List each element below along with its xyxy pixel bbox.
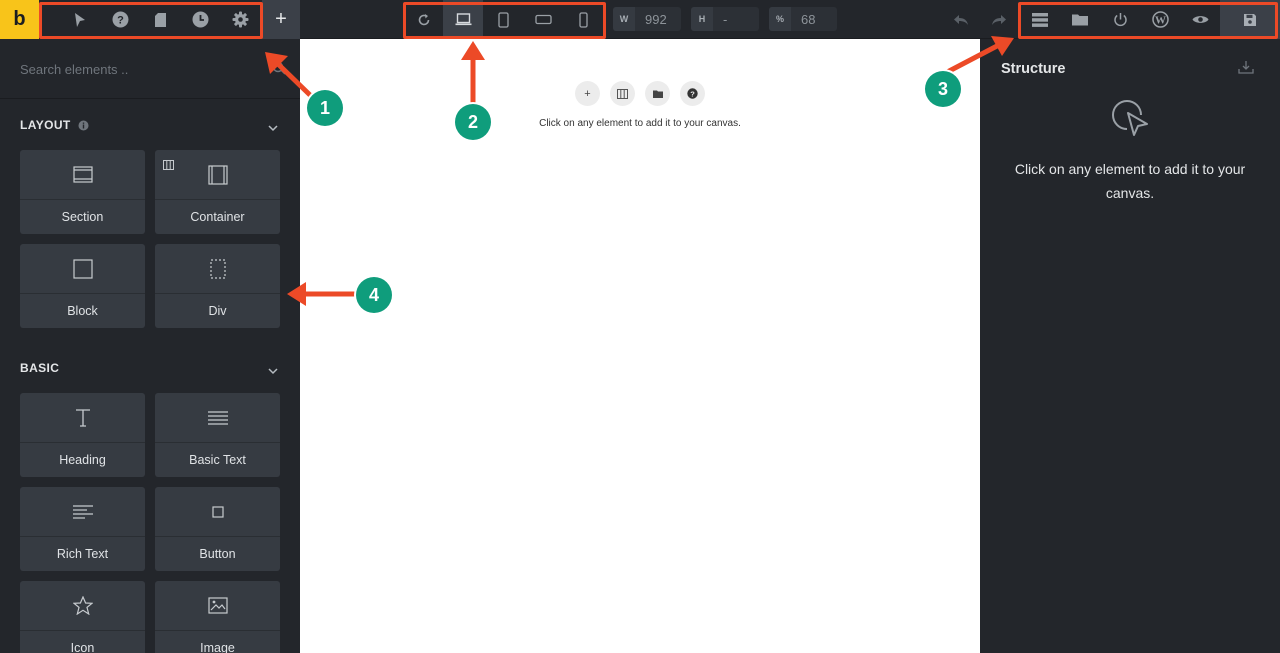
search-input[interactable]: Search elements .. <box>20 62 128 77</box>
help-icon: ? <box>687 88 698 99</box>
settings-icon[interactable] <box>220 0 260 39</box>
panel-hint: Click on any element to add it to your c… <box>1014 161 1246 201</box>
folder-icon[interactable] <box>1060 0 1100 39</box>
help-glyph: ? <box>690 89 695 98</box>
element-label: Rich Text <box>56 547 109 561</box>
add-element-button[interactable]: + <box>575 81 600 106</box>
top-toolbar: b ? + W 992 H - % 68 W <box>0 0 1280 39</box>
templates-button[interactable] <box>645 81 670 106</box>
annotation-badge-2: 2 <box>455 104 491 140</box>
preview-icon[interactable] <box>1180 0 1220 39</box>
element-heading[interactable]: Heading <box>20 393 145 477</box>
element-label: Image <box>200 641 235 653</box>
element-label: Block <box>67 304 98 318</box>
columns-icon <box>617 88 628 99</box>
element-label: Button <box>199 547 236 561</box>
folder-icon <box>652 90 663 98</box>
category-basic-heading[interactable]: BASIC <box>20 360 59 376</box>
elements-panel: Search elements .. LAYOUT Section Contai… <box>0 39 300 653</box>
container-icon <box>155 150 280 200</box>
category-layout-heading[interactable]: LAYOUT <box>20 117 89 133</box>
undo-icon[interactable] <box>945 0 977 39</box>
section-icon <box>20 150 145 200</box>
zoom-value: 68 <box>801 11 816 27</box>
element-label: Div <box>208 304 227 318</box>
tablet-portrait-icon[interactable] <box>483 0 523 39</box>
columns-button[interactable] <box>610 81 635 106</box>
svg-text:?: ? <box>117 15 124 27</box>
chevron-down-icon[interactable] <box>268 362 278 380</box>
star-icon <box>20 581 145 631</box>
element-div[interactable]: Div <box>155 244 280 328</box>
laptop-icon[interactable] <box>443 0 483 39</box>
phone-icon[interactable] <box>563 0 603 39</box>
height-value: - <box>723 11 728 27</box>
element-basic-text[interactable]: Basic Text <box>155 393 280 477</box>
help-icon[interactable]: ? <box>100 0 140 39</box>
history-icon[interactable] <box>180 0 220 39</box>
rich-text-icon <box>20 487 145 537</box>
add-elements-button[interactable]: + <box>262 0 300 39</box>
info-icon <box>78 120 89 130</box>
element-icon[interactable]: Icon <box>20 581 145 653</box>
height-label: H <box>691 7 713 31</box>
width-value: 992 <box>645 11 667 27</box>
logo[interactable]: b <box>0 0 39 39</box>
chevron-down-icon[interactable] <box>268 119 278 137</box>
canvas-hint: Click on any element to add it to your c… <box>539 118 741 129</box>
refresh-icon[interactable] <box>405 0 443 39</box>
width-field[interactable]: W 992 <box>613 7 681 31</box>
click-cursor-icon <box>1111 97 1151 144</box>
search-bar[interactable]: Search elements .. <box>0 39 300 99</box>
element-button[interactable]: Button <box>155 487 280 571</box>
element-image[interactable]: Image <box>155 581 280 653</box>
pages-icon[interactable] <box>140 0 180 39</box>
help-button[interactable]: ? <box>680 81 705 106</box>
annotation-badge-1: 1 <box>307 90 343 126</box>
button-icon <box>155 487 280 537</box>
height-field[interactable]: H - <box>691 7 759 31</box>
wordpress-icon[interactable]: W <box>1140 0 1180 39</box>
annotation-badge-3: 3 <box>925 71 961 107</box>
image-icon <box>155 581 280 631</box>
category-title: BASIC <box>20 361 60 375</box>
page-canvas[interactable]: + ? Click on any element to add it to yo… <box>300 39 980 653</box>
element-label: Basic Text <box>189 453 246 467</box>
element-label: Heading <box>59 453 106 467</box>
element-container[interactable]: Container <box>155 150 280 234</box>
save-button[interactable] <box>1220 0 1280 39</box>
element-block[interactable]: Block <box>20 244 145 328</box>
select-icon[interactable] <box>60 0 100 39</box>
save-icon <box>1244 13 1256 26</box>
zoom-field[interactable]: % 68 <box>769 7 837 31</box>
structure-icon[interactable] <box>1020 0 1060 39</box>
power-icon[interactable] <box>1100 0 1140 39</box>
download-icon[interactable] <box>1238 60 1254 79</box>
structure-panel: Structure Click on any element to add it… <box>980 39 1280 653</box>
div-icon <box>155 244 280 294</box>
basic-text-icon <box>155 393 280 443</box>
tablet-landscape-icon[interactable] <box>523 0 563 39</box>
panel-title: Structure <box>1001 61 1066 77</box>
element-section[interactable]: Section <box>20 150 145 234</box>
svg-text:W: W <box>1155 14 1166 26</box>
zoom-label: % <box>769 7 791 31</box>
element-label: Icon <box>70 641 95 653</box>
redo-icon[interactable] <box>983 0 1015 39</box>
element-label: Section <box>61 210 104 224</box>
builder-app: b ? + W 992 H - % 68 W Search elements .… <box>0 0 1280 653</box>
canvas-quick-actions: + ? <box>575 81 705 106</box>
width-label: W <box>613 7 635 31</box>
heading-icon <box>20 393 145 443</box>
element-label: Container <box>190 210 245 224</box>
category-title: LAYOUT <box>20 118 71 132</box>
annotation-badge-4: 4 <box>356 277 392 313</box>
search-icon <box>272 61 286 80</box>
block-icon <box>20 244 145 294</box>
element-rich-text[interactable]: Rich Text <box>20 487 145 571</box>
